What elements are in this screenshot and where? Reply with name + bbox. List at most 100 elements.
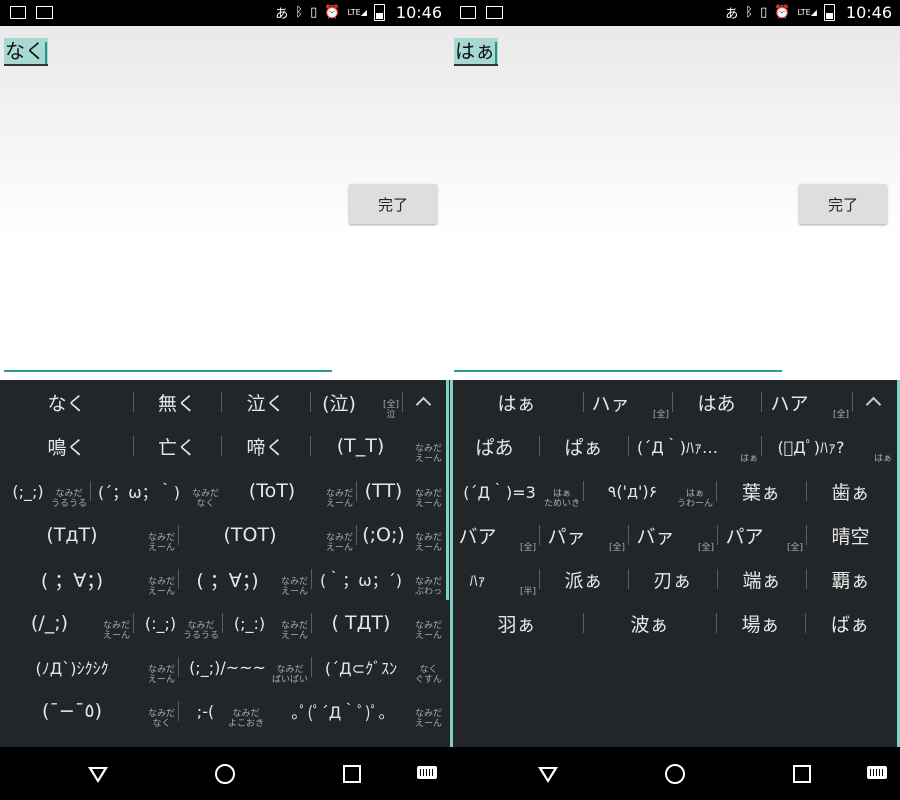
candidate-item[interactable]: ( ；∀；) なみだ えーん	[0, 557, 178, 601]
home-icon[interactable]	[665, 764, 685, 784]
candidate-scrollbar[interactable]	[446, 380, 449, 600]
candidate-item[interactable]: (;_;)/~~~ なみだ ばいばい	[178, 645, 311, 689]
candidate-item[interactable]: (´Д｀)ﾊｧ… はぁ	[628, 424, 761, 468]
candidate-item[interactable]: (泣) [全] 泣	[310, 380, 402, 424]
candidate-item[interactable]: (TOT) なみだ えーん	[178, 513, 356, 557]
candidate-item[interactable]: (TдT) なみだ えーん	[0, 513, 178, 557]
image-icon	[460, 6, 476, 19]
chevron-up-icon[interactable]	[415, 396, 432, 413]
candidate-item[interactable]: ハア [全]	[761, 380, 852, 424]
candidate-item[interactable]: 波ぁ	[583, 601, 716, 645]
candidate-item[interactable]: ばぁ	[805, 601, 895, 645]
status-bar: あ ᛒ ▯ ⏰ LTE◢ 10:46	[0, 0, 450, 26]
candidate-item[interactable]: ぱぁ	[539, 424, 628, 468]
candidate-panel[interactable]: なく 無く 泣く (泣) [全] 泣鳴く 亡く 啼く (T_T) なみだ えーん (;_;) なみだ…	[0, 380, 450, 747]
candidate-item[interactable]: 歯ぁ	[806, 469, 895, 513]
candidate-annotation: なみだ うるうる	[182, 621, 219, 641]
candidate-annotation: [全]	[786, 543, 803, 553]
candidate-item[interactable]: ( TДT) なみだ えーん	[311, 601, 445, 645]
candidate-item[interactable]: ハァ [全]	[583, 380, 672, 424]
candidate-item[interactable]: バァ [全]	[628, 513, 717, 557]
keyboard-icon[interactable]	[417, 766, 437, 779]
candidate-annotation: はぁ	[739, 454, 758, 464]
vibrate-icon: ▯	[760, 5, 768, 20]
candidate-item[interactable]: (;O;) なみだ えーん	[356, 513, 445, 557]
candidate-item[interactable]: 葉ぁ	[716, 469, 806, 513]
candidate-divider	[583, 481, 584, 501]
candidate-item[interactable]: (( ; ´ ;` ))ｼﾞｪ	[222, 733, 445, 747]
home-icon[interactable]	[215, 764, 235, 784]
candidate-item[interactable]: 啼く	[221, 424, 310, 468]
text-editor[interactable]: はぁ 完了	[450, 26, 900, 380]
candidate-item[interactable]: ﾊｧ [半]	[450, 557, 539, 601]
candidate-annotation: [全]	[832, 410, 849, 420]
candidate-item[interactable]: (( ; ´ ;` )) +	[0, 733, 222, 748]
recents-icon[interactable]	[343, 765, 361, 783]
candidate-item[interactable]: (T_T) なみだ えーん	[310, 424, 445, 468]
candidate-item[interactable]: 派ぁ	[539, 557, 628, 601]
candidate-item[interactable]: なく	[0, 380, 133, 424]
composing-text[interactable]: なく	[4, 38, 48, 66]
candidate-item[interactable]: (;_;) なみだ うるうる	[0, 469, 90, 513]
candidate-item[interactable]: パァ [全]	[539, 513, 628, 557]
candidate-item[interactable]: (ToT) なみだ えーん	[222, 469, 356, 513]
back-icon[interactable]	[88, 767, 108, 783]
candidate-item[interactable]: (/_;) なみだ えーん	[0, 601, 133, 645]
candidate-item[interactable]: 泣く	[221, 380, 310, 424]
navigation-bar	[450, 747, 900, 800]
candidate-divider	[221, 436, 222, 456]
candidate-item[interactable]: ｡ﾟ(ﾟ´Д｀ﾟ)ﾟ｡ なみだ えーん	[267, 689, 445, 733]
text-editor[interactable]: なく 完了	[0, 26, 450, 380]
candidate-annotation: [全]	[608, 543, 625, 553]
candidate-item[interactable]: ٩('д')۶ はぁ うわーん	[583, 469, 716, 513]
candidate-divider	[311, 613, 312, 633]
candidate-item[interactable]: はぁ	[450, 380, 583, 424]
alarm-icon: ⏰	[324, 5, 341, 20]
candidate-item[interactable]: (´Д⊂ｸﾞｽﾝ なく ぐすん	[311, 645, 445, 689]
candidate-annotation: なみだ うるうる	[50, 489, 87, 509]
candidate-item[interactable]: (´Д｀)=3 はぁ ためいき	[450, 469, 583, 513]
candidate-item[interactable]: (;_:) なみだ えーん	[222, 601, 311, 645]
candidate-text: ばぁ	[830, 613, 869, 636]
candidate-item[interactable]: 晴空	[806, 513, 895, 557]
done-button[interactable]: 完了	[349, 184, 437, 224]
candidate-item[interactable]: パア [全]	[717, 513, 806, 557]
candidate-item[interactable]: (:_;) なみだ うるうる	[133, 601, 222, 645]
composing-text[interactable]: はぁ	[454, 38, 498, 66]
candidate-item[interactable]: (｀；ω；´) なみだ ぶわっ	[311, 557, 445, 601]
candidate-item[interactable]: 刃ぁ	[628, 557, 717, 601]
right-screen: あ ᛒ ▯ ⏰ LTE◢ 10:46 はぁ 完了 はぁ ハァ [全] はあ ハア [全] ぱ…	[450, 0, 900, 800]
candidate-item[interactable]: 端ぁ	[717, 557, 806, 601]
candidate-item[interactable]: 覇ぁ	[806, 557, 895, 601]
candidate-item[interactable]: (TT) なみだ えーん	[356, 469, 445, 513]
chevron-up-icon[interactable]	[865, 396, 882, 413]
candidate-item[interactable]: (ﾉД`)ｼｸｼｸ なみだ えーん	[0, 645, 178, 689]
candidate-item[interactable]: 無く	[133, 380, 221, 424]
candidate-annotation: なみだ えーん	[102, 621, 130, 641]
candidate-panel[interactable]: はぁ ハァ [全] はあ ハア [全] ぱあ ぱぁ (´Д｀)ﾊｧ… はぁ (ﾟДﾟ)ﾊｧ? はぁ (´…	[450, 380, 900, 747]
done-button[interactable]: 完了	[799, 184, 887, 224]
candidate-divider	[402, 392, 403, 412]
candidate-annotation: [全]	[652, 410, 669, 420]
candidate-divider	[178, 525, 179, 545]
candidate-divider	[311, 569, 312, 589]
candidate-item[interactable]: (ﾟДﾟ)ﾊｧ? はぁ	[761, 424, 895, 468]
signal-icon: LTE◢	[797, 8, 817, 17]
back-icon[interactable]	[538, 767, 558, 783]
candidate-item[interactable]: 亡く	[133, 424, 221, 468]
candidate-item[interactable]: はあ	[672, 380, 761, 424]
candidate-item[interactable]: バア [全]	[450, 513, 539, 557]
candidate-item[interactable]: ;-(なみだ よこおき	[178, 689, 267, 733]
candidate-item[interactable]: 場ぁ	[716, 601, 805, 645]
keyboard-icon[interactable]	[867, 766, 887, 779]
candidate-item[interactable]: ( ；∀；) なみだ えーん	[178, 557, 311, 601]
recents-icon[interactable]	[793, 765, 811, 783]
candidate-divider	[310, 392, 311, 412]
candidate-item[interactable]: 鳴く	[0, 424, 133, 468]
candidate-annotation: [半]	[519, 587, 536, 597]
candidate-item[interactable]: 羽ぁ	[450, 601, 583, 645]
candidate-item[interactable]: (´；ω；｀) なみだ なく	[90, 469, 222, 513]
candidate-scrollbar[interactable]	[450, 380, 453, 747]
candidate-item[interactable]: ぱあ	[450, 424, 539, 468]
candidate-item[interactable]: (¯−¯٥) なみだ なく	[0, 689, 178, 733]
